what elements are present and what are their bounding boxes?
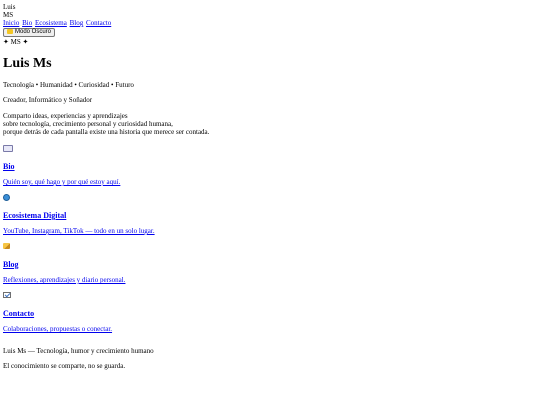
footer-tagline: Luis Ms — Tecnología, humor y crecimient… bbox=[3, 347, 154, 355]
moon-icon bbox=[7, 29, 13, 34]
section-link-ecosistema[interactable]: YouTube, Instagram, TikTok — todo en un … bbox=[3, 227, 155, 235]
section-title-contacto: Contacto bbox=[3, 309, 537, 319]
intro-line-1: Comparto ideas, experiencias y aprendiza… bbox=[3, 112, 128, 120]
section-contacto: Contacto Colaboraciones, propuestas o co… bbox=[3, 291, 537, 339]
mail-icon bbox=[3, 292, 11, 299]
page-title: Luis Ms bbox=[3, 56, 52, 71]
nav-link-inicio[interactable]: Inicio bbox=[3, 19, 19, 27]
dark-mode-label: Modo Oscuro bbox=[15, 29, 52, 35]
nav-link-contacto[interactable]: Contacto bbox=[86, 19, 111, 27]
section-blog: Blog Reflexiones, aprendizajes y diario … bbox=[3, 242, 537, 290]
main-content: Luis Ms Tecnología • Humanidad • Curiosi… bbox=[3, 56, 537, 339]
section-link-blog[interactable]: Reflexiones, aprendizajes y diario perso… bbox=[3, 276, 125, 284]
section-ecosistema: Ecosistema Digital YouTube, Instagram, T… bbox=[3, 193, 537, 241]
site-name-line2: MS bbox=[3, 11, 14, 19]
page: Luis MS Inicio Bio Ecosistema Blog Conta… bbox=[0, 0, 540, 370]
site-footer: Luis Ms — Tecnología, humor y crecimient… bbox=[3, 347, 537, 370]
site-header: Luis MS Inicio Bio Ecosistema Blog Conta… bbox=[3, 3, 537, 46]
main-nav: Inicio Bio Ecosistema Blog Contacto bbox=[3, 19, 537, 27]
nav-link-bio[interactable]: Bio bbox=[22, 19, 32, 27]
tagline: Tecnología • Humanidad • Curiosidad • Fu… bbox=[3, 81, 134, 89]
section-title-link-blog[interactable]: Blog bbox=[3, 260, 19, 269]
section-title-bio: Bio bbox=[3, 162, 537, 172]
intro-line-2: sobre tecnología, crecimiento personal y… bbox=[3, 120, 173, 128]
section-link-contacto[interactable]: Colaboraciones, propuestas o conectar. bbox=[3, 325, 112, 333]
nav-link-blog[interactable]: Blog bbox=[70, 19, 84, 27]
intro-paragraph: Comparto ideas, experiencias y aprendiza… bbox=[3, 112, 537, 136]
section-title-link-contacto[interactable]: Contacto bbox=[3, 309, 34, 318]
section-link-bio[interactable]: Quién soy, qué hago y por qué estoy aquí… bbox=[3, 178, 120, 186]
section-bio: Bio Quién soy, qué hago y por qué estoy … bbox=[3, 144, 537, 192]
section-title-link-ecosistema[interactable]: Ecosistema Digital bbox=[3, 211, 66, 220]
site-name-line1: Luis bbox=[3, 3, 16, 11]
dark-mode-button[interactable]: Modo Oscuro bbox=[3, 28, 56, 37]
footer-quote: El conocimiento se comparte, no se guard… bbox=[3, 362, 126, 370]
subtitle: Creador, Informático y Soñador bbox=[3, 96, 93, 104]
section-title-ecosistema: Ecosistema Digital bbox=[3, 211, 537, 221]
section-title-link-bio[interactable]: Bio bbox=[3, 162, 15, 171]
book-icon bbox=[3, 144, 13, 152]
section-title-blog: Blog bbox=[3, 260, 537, 270]
ms-tag: ✦ MS ✦ bbox=[3, 38, 29, 46]
globe-icon bbox=[3, 193, 10, 201]
nav-link-ecosistema[interactable]: Ecosistema bbox=[35, 19, 67, 27]
intro-line-3: porque detrás de cada pantalla existe un… bbox=[3, 128, 210, 136]
pen-icon bbox=[3, 243, 10, 250]
